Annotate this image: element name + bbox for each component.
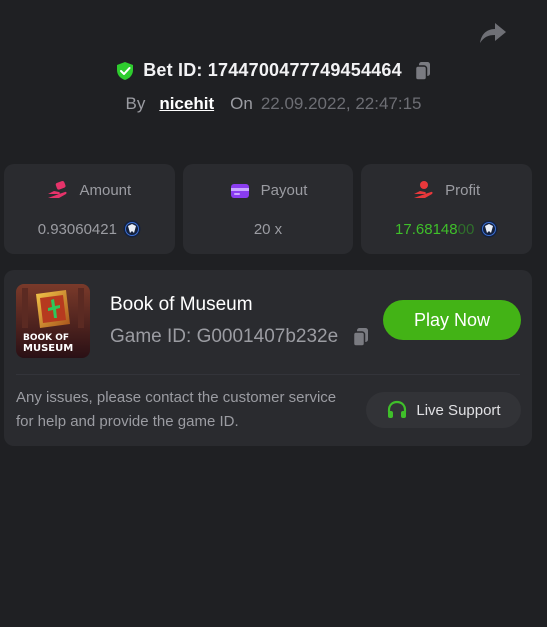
bet-date: 22.09.2022, 22:47:15 (260, 94, 422, 113)
copy-game-id-icon[interactable] (352, 327, 370, 347)
payout-card: Payout 20 x (182, 164, 354, 254)
bet-meta-line: By nicehit On 22.09.2022, 22:47:15 (0, 94, 547, 114)
profit-label: Profit (445, 181, 481, 199)
svg-text:BOOK OF: BOOK OF (23, 333, 69, 343)
amount-label: Amount (79, 181, 132, 199)
coin-icon (123, 220, 141, 238)
bet-stats: Amount 0.93060421 Payout 20 x Profit 17.… (4, 164, 533, 254)
divider (16, 374, 520, 375)
headset-icon (386, 399, 408, 421)
profit-icon (413, 180, 435, 200)
username-link[interactable]: nicehit (159, 94, 214, 114)
bet-details-page: Bet ID: 1744700477749454464 By nicehit O… (0, 0, 547, 627)
share-button[interactable] (478, 22, 508, 48)
by-label: By (125, 94, 146, 113)
profit-value: 17.6814800 (395, 220, 475, 238)
live-support-button[interactable]: Live Support (366, 392, 521, 428)
game-id: Game ID: G0001407b232e (110, 326, 339, 347)
game-panel: BOOK OF MUSEUM Book of Museum Game ID: G… (4, 270, 532, 446)
copy-bet-id-icon[interactable] (414, 61, 432, 81)
game-thumbnail[interactable]: BOOK OF MUSEUM (16, 284, 90, 358)
bet-id: Bet ID: 1744700477749454464 (143, 60, 402, 80)
on-label: On (230, 94, 253, 113)
amount-value: 0.93060421 (37, 220, 117, 238)
payout-icon (229, 181, 251, 201)
live-support-label: Live Support (416, 401, 501, 419)
shield-check-icon (115, 61, 135, 81)
coin-icon (480, 220, 498, 238)
svg-text:MUSEUM: MUSEUM (23, 343, 73, 354)
amount-icon (47, 180, 69, 200)
support-note: Any issues, please contact the customer … (16, 389, 337, 430)
share-arrow-icon (479, 22, 507, 49)
payout-label: Payout (260, 182, 308, 199)
payout-value: 20 x (253, 220, 283, 238)
profit-card: Profit 17.6814800 (361, 164, 533, 254)
game-title: Book of Museum (110, 294, 253, 315)
game-id-row: Game ID: G0001407b232e (110, 326, 370, 348)
amount-card: Amount 0.93060421 (4, 164, 175, 254)
play-now-button[interactable]: Play Now (383, 300, 521, 340)
bet-id-row: Bet ID: 1744700477749454464 (0, 60, 547, 81)
